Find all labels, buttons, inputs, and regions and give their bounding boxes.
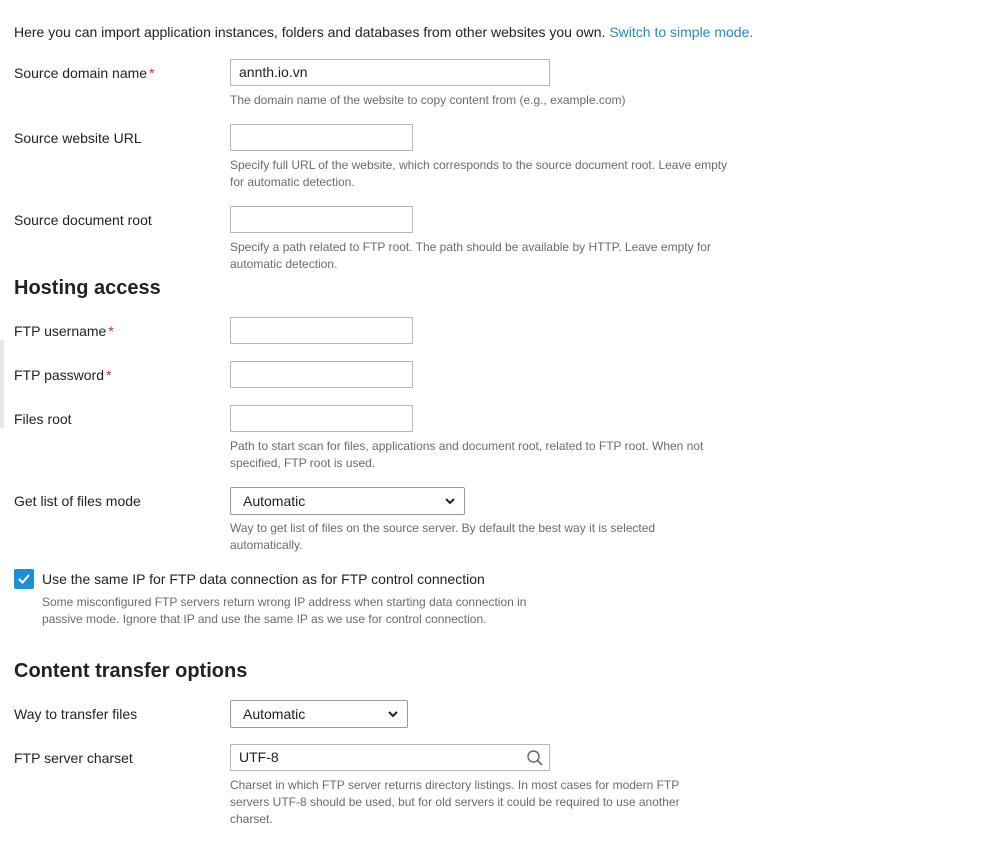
content-transfer-heading: Content transfer options: [14, 660, 248, 682]
source-domain-input[interactable]: annth.io.vn: [230, 59, 550, 86]
ftp-username-label: FTP username *: [14, 323, 114, 339]
charset-input[interactable]: UTF-8: [230, 744, 550, 771]
required-mark: *: [106, 367, 112, 383]
source-docroot-label: Source document root: [14, 212, 152, 228]
list-mode-label: Get list of files mode: [14, 493, 141, 509]
source-domain-label-text: Source domain name: [14, 65, 148, 81]
source-url-hint: Specify full URL of the website, which c…: [230, 158, 728, 189]
source-docroot-input[interactable]: [230, 206, 413, 233]
transfer-way-select[interactable]: Automatic: [230, 700, 408, 728]
intro-description: Here you can import application instance…: [14, 24, 606, 40]
same-ip-label[interactable]: Use the same IP for FTP data connection …: [42, 571, 485, 587]
source-domain-label: Source domain name *: [14, 65, 155, 81]
required-mark: *: [149, 65, 155, 81]
source-url-label: Source website URL: [14, 130, 142, 146]
switch-simple-mode-link[interactable]: Switch to simple mode.: [609, 24, 753, 40]
charset-label: FTP server charset: [14, 750, 133, 766]
ftp-password-label: FTP password *: [14, 367, 111, 383]
charset-hint: Charset in which FTP server returns dire…: [230, 778, 680, 826]
source-url-input[interactable]: [230, 124, 413, 151]
files-root-hint: Path to start scan for files, applicatio…: [230, 439, 704, 470]
list-mode-hint: Way to get list of files on the source s…: [230, 521, 656, 552]
files-root-label: Files root: [14, 411, 72, 427]
files-root-input[interactable]: [230, 405, 413, 432]
ftp-username-label-text: FTP username: [14, 323, 107, 339]
ftp-username-input[interactable]: [230, 317, 413, 344]
source-docroot-hint: Specify a path related to FTP root. The …: [230, 240, 711, 271]
chevron-down-icon: [388, 711, 398, 718]
ftp-password-label-text: FTP password: [14, 367, 104, 383]
required-mark: *: [108, 323, 114, 339]
transfer-way-selected: Automatic: [243, 706, 306, 722]
transfer-way-label: Way to transfer files: [14, 706, 138, 722]
source-domain-hint: The domain name of the website to copy c…: [230, 93, 626, 107]
intro-text: Here you can import application instance…: [14, 24, 753, 40]
checkmark-icon: [18, 574, 30, 584]
search-icon[interactable]: [526, 749, 544, 767]
list-mode-selected: Automatic: [243, 493, 306, 509]
left-edge-handle: [0, 340, 4, 428]
same-ip-checkbox[interactable]: [14, 569, 34, 589]
hosting-access-heading: Hosting access: [14, 277, 161, 299]
ftp-password-input[interactable]: [230, 361, 413, 388]
chevron-down-icon: [445, 498, 455, 505]
charset-value: UTF-8: [239, 749, 279, 765]
same-ip-hint: Some misconfigured FTP servers return wr…: [42, 595, 527, 626]
list-mode-select[interactable]: Automatic: [230, 487, 465, 515]
